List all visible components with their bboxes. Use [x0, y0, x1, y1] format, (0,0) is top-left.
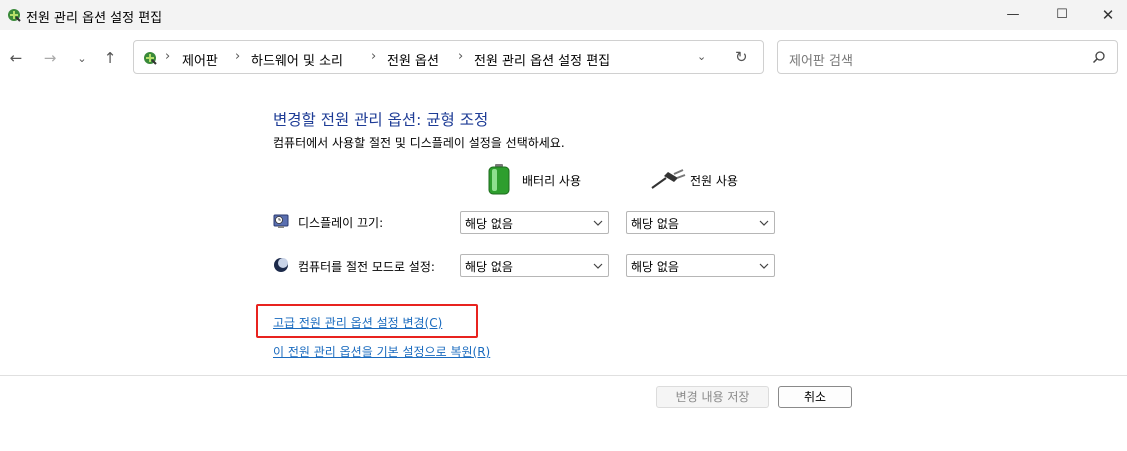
- breadcrumb-separator: ›: [458, 49, 464, 64]
- sleep-moon-icon: [274, 258, 288, 272]
- select-value: 해당 없음: [465, 217, 513, 231]
- forward-arrow-icon[interactable]: →: [40, 49, 60, 67]
- back-arrow-icon[interactable]: ←: [6, 49, 26, 67]
- breadcrumb-edit-plan-settings[interactable]: 전원 관리 옵션 설정 편집: [474, 50, 610, 69]
- display-off-plugged-select[interactable]: 해당 없음: [626, 211, 775, 234]
- refresh-icon[interactable]: ↻: [735, 48, 748, 66]
- breadcrumb-control-panel[interactable]: 제어판: [182, 50, 218, 69]
- advanced-settings-link[interactable]: 고급 전원 관리 옵션 설정 변경(C): [273, 314, 442, 331]
- power-options-app-icon: [8, 9, 21, 22]
- chevron-down-icon: [759, 220, 769, 226]
- battery-icon: [488, 164, 510, 195]
- save-changes-button[interactable]: 변경 내용 저장: [656, 386, 769, 408]
- page-title: 변경할 전원 관리 옵션: 균형 조정: [273, 111, 489, 129]
- cancel-button[interactable]: 취소: [778, 386, 852, 408]
- restore-defaults-link[interactable]: 이 전원 관리 옵션을 기본 설정으로 복원(R): [273, 343, 490, 360]
- maximize-button[interactable]: ☐: [1039, 0, 1085, 30]
- display-clock-icon: [273, 214, 289, 228]
- select-value: 해당 없음: [631, 217, 679, 231]
- address-dropdown-icon[interactable]: ⌄: [697, 50, 706, 63]
- power-plug-icon: [651, 169, 686, 189]
- page-subtitle: 컴퓨터에서 사용할 절전 및 디스플레이 설정을 선택하세요.: [273, 136, 565, 150]
- search-input[interactable]: 제어판 검색: [777, 40, 1118, 74]
- divider: [0, 375, 1127, 376]
- select-value: 해당 없음: [465, 260, 513, 274]
- chevron-down-icon: [593, 263, 603, 269]
- sleep-mode-label: 컴퓨터를 절전 모드로 설정:: [298, 260, 435, 274]
- breadcrumb-separator: ›: [165, 49, 171, 64]
- chevron-down-icon: [759, 263, 769, 269]
- display-off-label: 디스플레이 끄기:: [298, 216, 384, 230]
- close-button[interactable]: ✕: [1085, 0, 1127, 30]
- up-arrow-icon[interactable]: ↑: [100, 49, 120, 67]
- battery-column-label: 배터리 사용: [522, 174, 582, 188]
- title-bar: 전원 관리 옵션 설정 편집 — ☐ ✕: [0, 0, 1127, 30]
- breadcrumb-separator: ›: [235, 49, 241, 64]
- search-placeholder: 제어판 검색: [789, 54, 853, 69]
- navigation-bar: ← → ⌄ ↑ › 제어판 › 하드웨어 및 소리 › 전원 옵션 › 전원 관…: [0, 30, 1127, 87]
- sleep-plugged-select[interactable]: 해당 없음: [626, 254, 775, 277]
- breadcrumb-power-options[interactable]: 전원 옵션: [387, 50, 439, 69]
- control-panel-icon: [144, 52, 157, 65]
- minimize-button[interactable]: —: [990, 0, 1036, 30]
- chevron-down-icon: [593, 220, 603, 226]
- plugged-column-label: 전원 사용: [690, 174, 738, 188]
- sleep-battery-select[interactable]: 해당 없음: [460, 254, 609, 277]
- recent-locations-chevron-icon[interactable]: ⌄: [72, 52, 92, 65]
- address-bar[interactable]: › 제어판 › 하드웨어 및 소리 › 전원 옵션 › 전원 관리 옵션 설정 …: [133, 40, 764, 74]
- window-title: 전원 관리 옵션 설정 편집: [26, 11, 163, 26]
- display-off-battery-select[interactable]: 해당 없음: [460, 211, 609, 234]
- search-icon[interactable]: [1092, 50, 1106, 64]
- breadcrumb-hardware-and-sound[interactable]: 하드웨어 및 소리: [251, 50, 343, 69]
- breadcrumb-separator: ›: [371, 49, 377, 64]
- select-value: 해당 없음: [631, 260, 679, 274]
